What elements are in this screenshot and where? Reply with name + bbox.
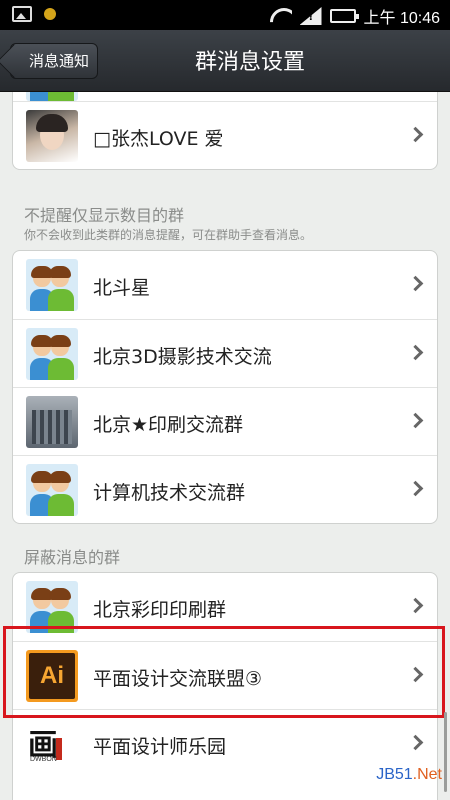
gallery-icon [12, 6, 32, 22]
wifi-icon [270, 8, 292, 24]
page-title: 群消息设置 [194, 50, 305, 75]
scrollbar[interactable] [444, 712, 447, 792]
building-photo-icon [26, 396, 78, 448]
title-bar: 消息通知 群消息设置 [0, 30, 450, 92]
settings-list[interactable]: □张杰LOVE 爱 不提醒仅显示数目的群 你不会收到此类群的消息提醒，可在群助手… [0, 92, 450, 800]
chevron-right-icon [407, 480, 424, 497]
list-item[interactable]: 北京3D摄影技术交流 [13, 319, 437, 387]
group-avatar-icon [26, 92, 78, 101]
section-title: 不提醒仅显示数目的群 [24, 206, 185, 225]
highlight-box [3, 626, 445, 718]
list-item[interactable]: 北斗星 [13, 251, 437, 319]
calligraphy-logo-icon: 画 DWBON [26, 718, 78, 770]
section-subtitle: 你不会收到此类群的消息提醒，可在群助手查看消息。 [24, 228, 313, 242]
group-name: 平面设计师乐园 [93, 736, 227, 758]
group-avatar-icon [26, 259, 78, 311]
person-photo-icon [26, 110, 78, 162]
group-name: 北京3D摄影技术交流 [93, 346, 272, 368]
chevron-right-icon [407, 126, 424, 143]
list-item[interactable]: 北京★印刷交流群 [13, 387, 437, 455]
list-item[interactable]: □张杰LOVE 爱 [13, 101, 437, 169]
section-card: 北斗星 北京3D摄影技术交流 北京★印刷交流群 计算机技术交流群 [12, 250, 438, 524]
watermark: JB51.Net [376, 766, 442, 783]
chevron-right-icon [407, 597, 424, 614]
signal-icon: ! [299, 7, 322, 25]
top-group-card: □张杰LOVE 爱 [12, 92, 438, 170]
group-name: 北斗星 [93, 277, 151, 299]
group-name: 计算机技术交流群 [93, 482, 246, 504]
status-time: 上午 10:46 [363, 10, 441, 27]
list-item[interactable]: 画 DWBON 平面设计师乐园 [13, 709, 437, 777]
group-name: □张杰LOVE 爱 [93, 128, 224, 150]
battery-icon [329, 9, 359, 23]
list-item[interactable]: 计算机技术交流群 [13, 455, 437, 523]
chevron-right-icon [407, 275, 424, 292]
group-avatar-icon [26, 328, 78, 380]
chevron-right-icon [407, 344, 424, 361]
list-item[interactable] [13, 92, 437, 101]
group-avatar-icon [26, 464, 78, 516]
status-bar: ! 上午 10:46 [0, 0, 450, 30]
notification-dot-icon [44, 8, 56, 20]
group-name: 北京彩印印刷群 [93, 599, 227, 621]
chevron-right-icon [407, 412, 424, 429]
section-title: 屏蔽消息的群 [24, 548, 121, 567]
group-name: 北京★印刷交流群 [93, 414, 244, 436]
chevron-right-icon [407, 734, 424, 751]
